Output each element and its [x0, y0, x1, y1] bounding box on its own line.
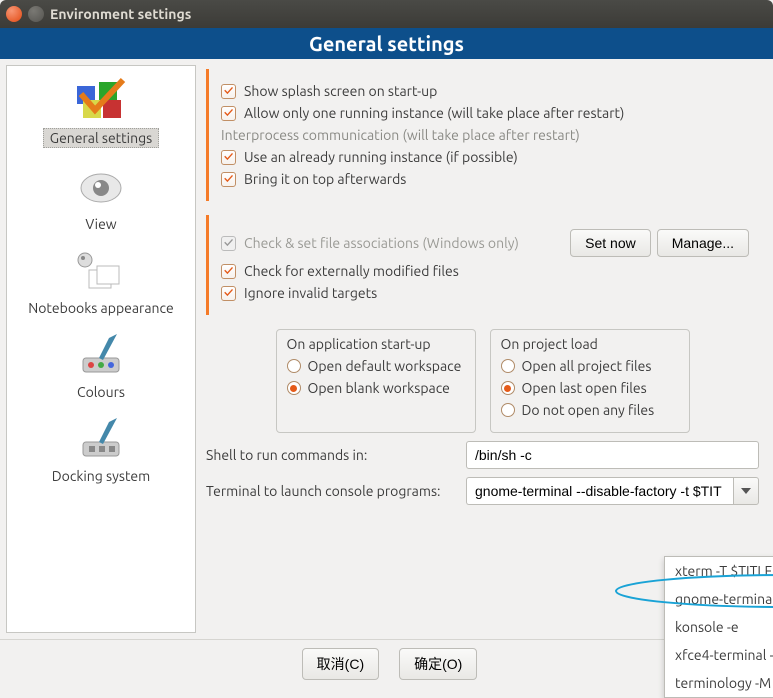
- bring-top-checkbox[interactable]: [221, 172, 236, 187]
- ipc-subhead: Interprocess communication (will take pl…: [221, 127, 749, 143]
- open-default-ws-radio[interactable]: [287, 359, 301, 373]
- open-last-files-label: Open last open files: [522, 380, 647, 396]
- page-title: General settings: [309, 32, 464, 55]
- reuse-instance-label: Use an already running instance (if poss…: [244, 149, 518, 165]
- single-instance-checkbox[interactable]: [221, 106, 236, 121]
- startup-group: Show splash screen on start-up Allow onl…: [206, 69, 759, 201]
- open-all-files-label: Open all project files: [522, 358, 652, 374]
- startup-radio-head: On application start-up: [287, 336, 465, 352]
- general-settings-icon: [69, 76, 133, 124]
- sidebar-item-label: Colours: [77, 384, 125, 400]
- eye-icon: [69, 164, 133, 212]
- ignore-invalid-checkbox[interactable]: [221, 286, 236, 301]
- ok-button[interactable]: 确定(O): [399, 648, 477, 680]
- shell-label: Shell to run commands in:: [206, 447, 466, 463]
- reuse-instance-checkbox[interactable]: [221, 150, 236, 165]
- manage-button[interactable]: Manage...: [657, 229, 749, 257]
- open-blank-ws-radio[interactable]: [287, 381, 301, 395]
- sidebar-item-general[interactable]: General settings: [7, 66, 195, 154]
- terminal-option[interactable]: konsole -e: [665, 613, 773, 641]
- ext-modified-label: Check for externally modified files: [244, 263, 459, 279]
- terminal-dropdown-list[interactable]: xterm -T $TITLE -e gnome-terminal --disa…: [664, 556, 773, 698]
- ignore-invalid-label: Ignore invalid targets: [244, 285, 377, 301]
- titlebar: Environment settings: [0, 0, 773, 28]
- dialog-footer: 取消(C) 确定(O): [0, 639, 773, 688]
- open-no-files-label: Do not open any files: [522, 402, 655, 418]
- terminal-option[interactable]: gnome-terminal --disable-factory -t $TIT…: [665, 585, 773, 613]
- docking-icon: [69, 416, 133, 464]
- set-now-button[interactable]: Set now: [570, 229, 651, 257]
- window-title: Environment settings: [50, 6, 191, 22]
- sidebar-item-label: View: [85, 216, 116, 232]
- sidebar: General settings View Not: [6, 65, 196, 633]
- sidebar-item-label: Notebooks appearance: [28, 300, 174, 316]
- terminal-input[interactable]: [466, 477, 733, 505]
- cancel-button[interactable]: 取消(C): [302, 648, 379, 680]
- splash-checkbox[interactable]: [221, 84, 236, 99]
- terminal-option[interactable]: terminology -M -T $TITLE -e: [665, 669, 773, 697]
- file-assoc-checkbox: [221, 236, 236, 251]
- project-radio-group: On project load Open all project files O…: [490, 329, 690, 433]
- shell-input[interactable]: [466, 441, 759, 469]
- content-area: Show splash screen on start-up Allow onl…: [196, 59, 773, 639]
- assoc-group: Check & set file associations (Windows o…: [206, 215, 759, 315]
- startup-radio-group: On application start-up Open default wor…: [276, 329, 476, 433]
- sidebar-item-notebooks[interactable]: Notebooks appearance: [7, 238, 195, 322]
- chevron-down-icon: [741, 488, 751, 494]
- terminal-dropdown-button[interactable]: [733, 477, 759, 505]
- sidebar-item-label: General settings: [43, 128, 159, 148]
- file-assoc-label: Check & set file associations (Windows o…: [244, 235, 519, 251]
- terminal-option[interactable]: xterm -T $TITLE -e: [665, 557, 773, 585]
- window-min-button[interactable]: [28, 6, 44, 22]
- open-default-ws-label: Open default workspace: [308, 358, 462, 374]
- splash-label: Show splash screen on start-up: [244, 83, 437, 99]
- window-close-button[interactable]: [6, 6, 22, 22]
- sidebar-item-view[interactable]: View: [7, 154, 195, 238]
- bring-top-label: Bring it on top afterwards: [244, 171, 406, 187]
- terminal-label: Terminal to launch console programs:: [206, 483, 466, 499]
- terminal-combo[interactable]: [466, 477, 759, 505]
- open-all-files-radio[interactable]: [501, 359, 515, 373]
- ext-modified-checkbox[interactable]: [221, 264, 236, 279]
- notebook-icon: [69, 248, 133, 296]
- open-blank-ws-label: Open blank workspace: [308, 380, 450, 396]
- page-header: General settings: [0, 28, 773, 59]
- sidebar-item-colours[interactable]: Colours: [7, 322, 195, 406]
- radio-groups: On application start-up Open default wor…: [206, 329, 759, 433]
- single-instance-label: Allow only one running instance (will ta…: [244, 105, 624, 121]
- terminal-option[interactable]: xfce4-terminal -T $TITLE -x: [665, 641, 773, 669]
- palette-icon: [69, 332, 133, 380]
- open-last-files-radio[interactable]: [501, 381, 515, 395]
- sidebar-item-label: Docking system: [52, 468, 151, 484]
- open-no-files-radio[interactable]: [501, 403, 515, 417]
- sidebar-item-docking[interactable]: Docking system: [7, 406, 195, 490]
- project-radio-head: On project load: [501, 336, 679, 352]
